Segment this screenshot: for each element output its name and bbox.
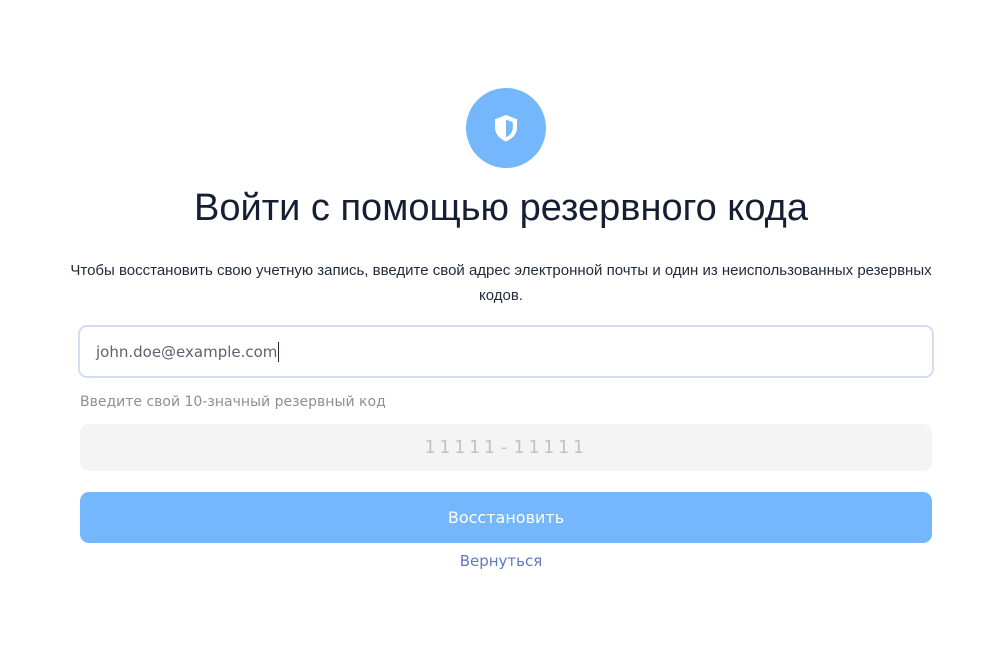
backup-code-input[interactable] <box>80 424 932 471</box>
text-caret <box>278 341 280 362</box>
restore-page: Войти с помощью резервного кода Чтобы во… <box>0 0 1002 661</box>
shield-icon <box>495 115 517 142</box>
backup-code-label: Введите свой 10-значный резервный код <box>80 394 386 410</box>
email-value: john.doe@example.com <box>96 342 278 361</box>
page-title: Войти с помощью резервного кода <box>194 187 808 229</box>
restore-button[interactable]: Восстановить <box>80 492 932 543</box>
restore-button-label: Восстановить <box>447 508 565 527</box>
shield-badge <box>466 88 546 168</box>
back-link-row: Вернуться <box>0 552 1002 570</box>
back-link[interactable]: Вернуться <box>460 552 543 570</box>
email-field[interactable]: john.doe@example.com <box>78 325 934 378</box>
page-subtitle: Чтобы восстановить свою учетную запись, … <box>70 262 932 304</box>
